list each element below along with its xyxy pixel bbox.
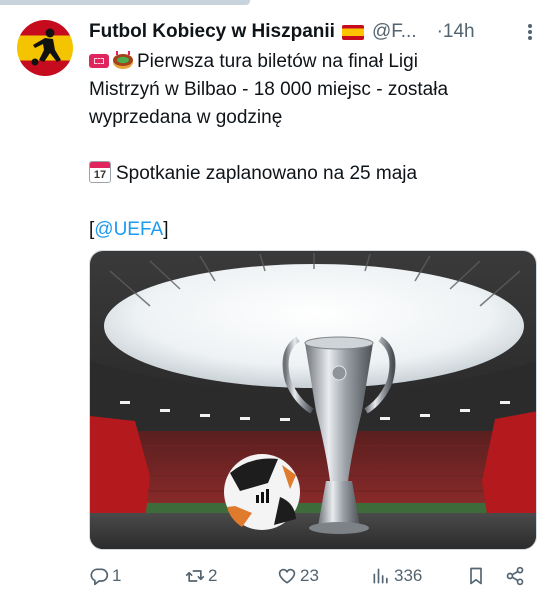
bookmark-button[interactable]: [466, 563, 489, 589]
avatar-player-icon: [31, 28, 61, 66]
reply-icon: [90, 568, 109, 586]
ticket-icon: [89, 54, 109, 68]
reply-count: 1: [112, 566, 122, 585]
views-button[interactable]: 336: [371, 563, 422, 589]
stadium-trophy-photo: [90, 251, 536, 549]
tweet-text: Pierwsza tura biletów na finał Ligi Mist…: [89, 48, 529, 244]
repost-count: 2: [208, 566, 218, 585]
author-name[interactable]: Futbol Kobiecy w Hiszpanii: [89, 21, 335, 43]
date-line-text: Spotkanie zaplanowano na 25 maja: [116, 163, 418, 184]
author-handle[interactable]: @F...: [372, 21, 417, 43]
reply-button[interactable]: 1: [89, 563, 121, 589]
repost-button[interactable]: 2: [185, 563, 217, 589]
spain-flag-icon: [341, 24, 364, 40]
like-count: 23: [300, 566, 319, 585]
share-icon: [506, 566, 524, 586]
tweet-line-1-text: Pierwsza tura biletów na finał Ligi: [137, 51, 418, 72]
bracket-close: ]: [163, 219, 169, 240]
tweet-media-image[interactable]: [89, 250, 537, 550]
calendar-icon: 17: [89, 161, 111, 183]
share-button[interactable]: [505, 563, 528, 589]
view-count: 336: [394, 566, 423, 585]
tweet-header: Futbol Kobiecy w Hiszpanii @F... ·14h: [89, 17, 540, 47]
date-line: 17 Spotkanie zaplanowano na 25 maja: [89, 160, 529, 188]
tweet-line-1: Pierwsza tura biletów na finał Ligi: [89, 48, 529, 76]
like-button[interactable]: 23: [277, 563, 319, 589]
top-strip: [0, 0, 250, 5]
stadium-icon: [113, 51, 133, 69]
tweet-actions: 1 2 23 336: [89, 563, 529, 589]
tweet-line-3: wyprzedana w godzinę: [89, 107, 283, 128]
like-icon: [278, 568, 296, 584]
tweet-line-2: Mistrzyń w Bilbao - 18 000 miejsc - zost…: [89, 79, 449, 100]
repost-icon: [185, 570, 205, 582]
views-icon: [373, 568, 388, 584]
tweet-time[interactable]: ·14h: [437, 21, 475, 43]
calendar-icon-day: 17: [93, 169, 107, 181]
avatar[interactable]: [17, 20, 73, 76]
uefa-mention-link[interactable]: @UEFA: [94, 219, 163, 240]
mention-line: [@UEFA]: [89, 216, 529, 244]
bookmark-icon: [470, 567, 482, 585]
more-icon[interactable]: [520, 22, 540, 42]
